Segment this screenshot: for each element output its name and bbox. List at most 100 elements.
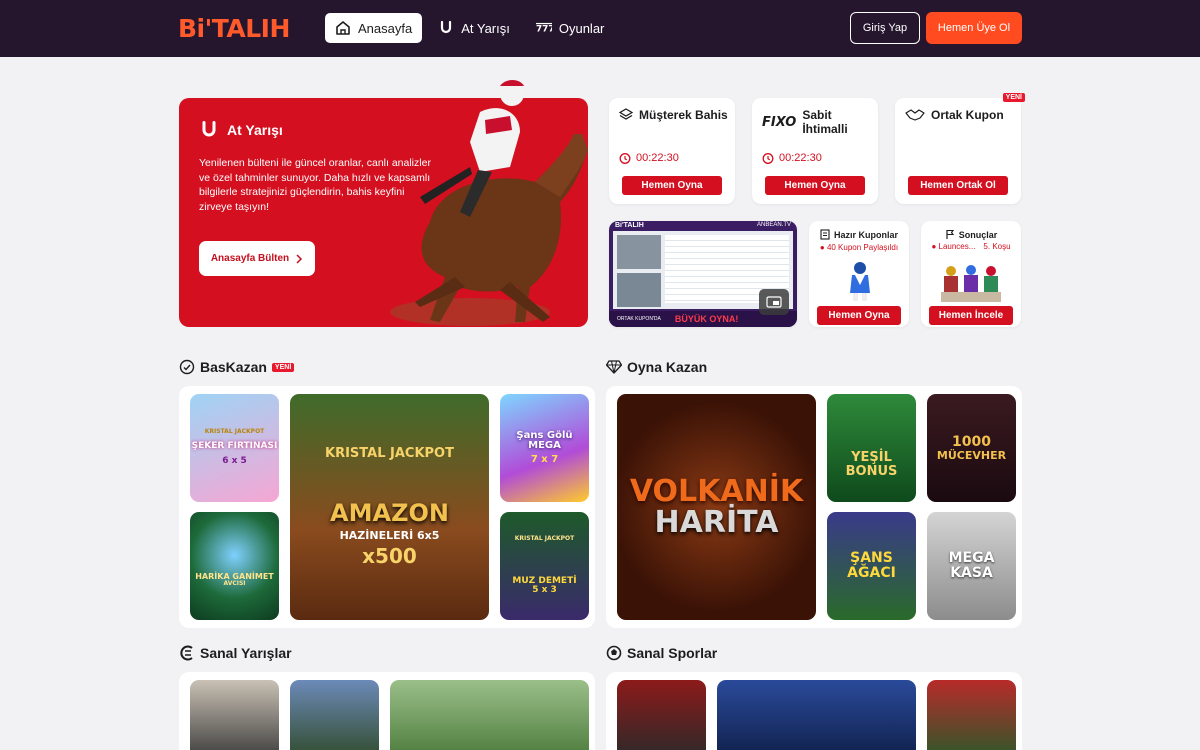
login-button[interactable]: Giriş Yap [850,12,920,44]
pip-button[interactable] [759,289,789,315]
card-ortak-label: Ortak Kupon [931,108,1004,122]
card-sonuclar[interactable]: Sonuçlar ● Launces... 5. Koşu Hemen İnce… [921,221,1021,327]
musterek-play-button[interactable]: Hemen Oyna [622,176,722,195]
sanal-sporlar-panel [606,672,1022,750]
presenter-thumb-1 [617,235,661,269]
game-name: 1000 [952,433,991,450]
section-title-oyna-kazan: Oyna Kazan [606,359,707,375]
fixo-logo: FIXO [762,114,797,130]
virtual-sport-tile-1[interactable] [617,680,706,750]
video-promo-card[interactable]: Bi'TALIH ANBEAN.TV ORTAK KUPON'DA BÜYÜK … [609,221,797,327]
sonuclar-race-number: 5. Koşu [983,242,1011,251]
game-tile-amazon[interactable]: KRISTAL JACKPOT AMAZON HAZİNELERİ 6x5 x500 [290,394,489,620]
oyna-kazan-games-panel: VOLKANİK HARİTA YEŞİL BONUS 1000 MÜCEVHER Ş… [606,386,1022,628]
game-sub: AVCISI [223,580,246,588]
baskazan-title: BasKazan [200,359,267,375]
section-title-sanal-sporlar: Sanal Sporlar [606,645,717,661]
game-tile-harika-ganimet[interactable]: HARİKA GANİMET AVCISI [190,512,279,620]
nav-at-yarisi[interactable]: At Yarışı [428,13,520,43]
game-name: AMAZON [330,498,449,527]
video-channel-name: ANBEAN.TV [756,222,791,228]
video-caption-big: BÜYÜK OYNA! [674,314,739,324]
card-ortak-kupon[interactable]: YENİ Ortak Kupon Hemen Ortak Ol [895,93,1025,204]
game-name: Şans Gölü MEGA [516,429,573,452]
new-badge: YENİ [271,362,295,372]
virtual-race-icon [180,645,193,661]
hazir-play-button[interactable]: Hemen Oyna [817,306,901,325]
card-sabit-label: Sabit İhtimalli [802,108,848,136]
game-tile-sans-golu[interactable]: Şans Gölü MEGA 7 x 7 [500,394,589,502]
virtual-race-tile-2[interactable] [290,680,379,750]
card-musterek-bahis[interactable]: Müşterek Bahis 00:22:30 Hemen Oyna [609,98,735,204]
game-tile-volkanik-harita[interactable]: VOLKANİK HARİTA [617,394,816,620]
diamond-icon [606,360,622,374]
game-sub: 7 x 7 [530,453,559,465]
game-sub: BONUS [845,464,898,479]
card-sabit-title: FIXO Sabit İhtimalli [762,108,878,136]
video-caption: ORTAK KUPON'DA [617,316,661,322]
hazir-subtitle-text: 40 Kupon Paylaşıldı [826,243,899,252]
jockey-illustration [850,262,870,301]
baskazan-icon [179,359,195,375]
game-tile-seker-firtinasi[interactable]: KRISTAL JACKPOT ŞEKER FIRTINASI 6 x 5 [190,394,279,502]
nav-oyunlar-label: Oyunlar [558,20,605,36]
main-nav: Anasayfa At Yarışı 777 Oyunlar [325,13,614,43]
card-musterek-title: Müşterek Bahis [619,108,728,122]
sanal-yarislar-panel [179,672,595,750]
flag-icon [946,229,954,239]
virtual-sports-icon [606,645,622,661]
jockeys-group-illustration [941,265,1001,302]
countdown-timer: 00:22:30 [762,152,822,164]
game-name: VOLKANİK [629,473,804,509]
oyna-kazan-title: Oyna Kazan [627,359,708,375]
card-sabit-ihtimalli[interactable]: FIXO Sabit İhtimalli 00:22:30 Hemen Oyna [752,98,878,204]
game-name: MEGA [948,550,995,567]
ortak-join-button[interactable]: Hemen Ortak Ol [908,176,1008,195]
sabit-play-button[interactable]: Hemen Oyna [765,176,865,195]
hero-bulletin-button[interactable]: Anasayfa Bülten [199,241,315,276]
virtual-race-tile-1[interactable] [190,680,279,750]
hazir-title-text: Hazır Kuponlar [833,229,898,240]
clock-icon [762,153,774,164]
game-tile-yesil-bonus[interactable]: YEŞİL BONUS [827,394,916,502]
game-tile-mega-kasa[interactable]: MEGA KASA [927,512,1016,620]
hero-button-label: Anasayfa Bülten [210,253,290,264]
section-title-sanal-yarislar: Sanal Yarışlar [179,645,292,661]
nav-anasayfa[interactable]: Anasayfa [325,13,423,43]
handshake-icon [905,109,925,121]
game-tile-muz-demeti[interactable]: KRISTAL JACKPOT MUZ DEMETİ 5 x 3 [500,512,589,620]
virtual-sport-tile-2[interactable] [717,680,916,750]
sonuclar-horse-name: Launces... [938,242,976,251]
slot-777-icon: 777 [535,22,552,35]
live-dot-icon: ● [931,242,939,251]
timer-value: 00:22:30 [779,152,822,164]
card-hazir-kuponlar[interactable]: Hazır Kuponlar ● 40 Kupon Paylaşıldı Hem… [809,221,909,327]
game-name: YEŞİL [851,450,892,466]
hazir-subtitle: ● 40 Kupon Paylaşıldı [809,243,909,252]
game-name: ŞEKER FIRTINASI [191,440,278,451]
timer-value: 00:22:30 [636,152,679,164]
home-icon [336,21,350,35]
nav-anasayfa-label: Anasayfa [358,20,413,36]
virtual-race-tile-3[interactable] [390,680,589,750]
game-top-label: KRISTAL JACKPOT [514,535,575,543]
game-top-label: KRISTAL JACKPOT [204,428,265,436]
game-sub: HARİTA [654,505,779,540]
presenter-thumb-2 [617,273,661,307]
sonuclar-title-text: Sonuçlar [958,229,998,240]
nav-oyunlar[interactable]: 777 Oyunlar [526,13,615,43]
horseshoe-icon [202,121,216,137]
video-brand-logo: Bi'TALIH [615,222,644,229]
nav-at-yarisi-label: At Yarışı [461,20,510,36]
top-header: Bi'TALIH Anasayfa At Yarışı 777 Oyunlar … [0,0,1200,57]
virtual-sport-tile-3[interactable] [927,680,1016,750]
sanal-yarislar-title: Sanal Yarışlar [200,645,292,661]
sonuclar-view-button[interactable]: Hemen İncele [929,306,1013,325]
svg-text:777: 777 [536,25,552,35]
game-tile-sans-agaci[interactable]: ŞANS AĞACI [827,512,916,620]
live-dot-icon: ● [819,243,827,252]
game-tile-1000-mucevher[interactable]: 1000 MÜCEVHER [927,394,1016,502]
bitalih-logo[interactable]: Bi'TALIH [178,14,290,43]
coupon-icon [820,229,830,240]
signup-button[interactable]: Hemen Üye Ol [926,12,1022,44]
